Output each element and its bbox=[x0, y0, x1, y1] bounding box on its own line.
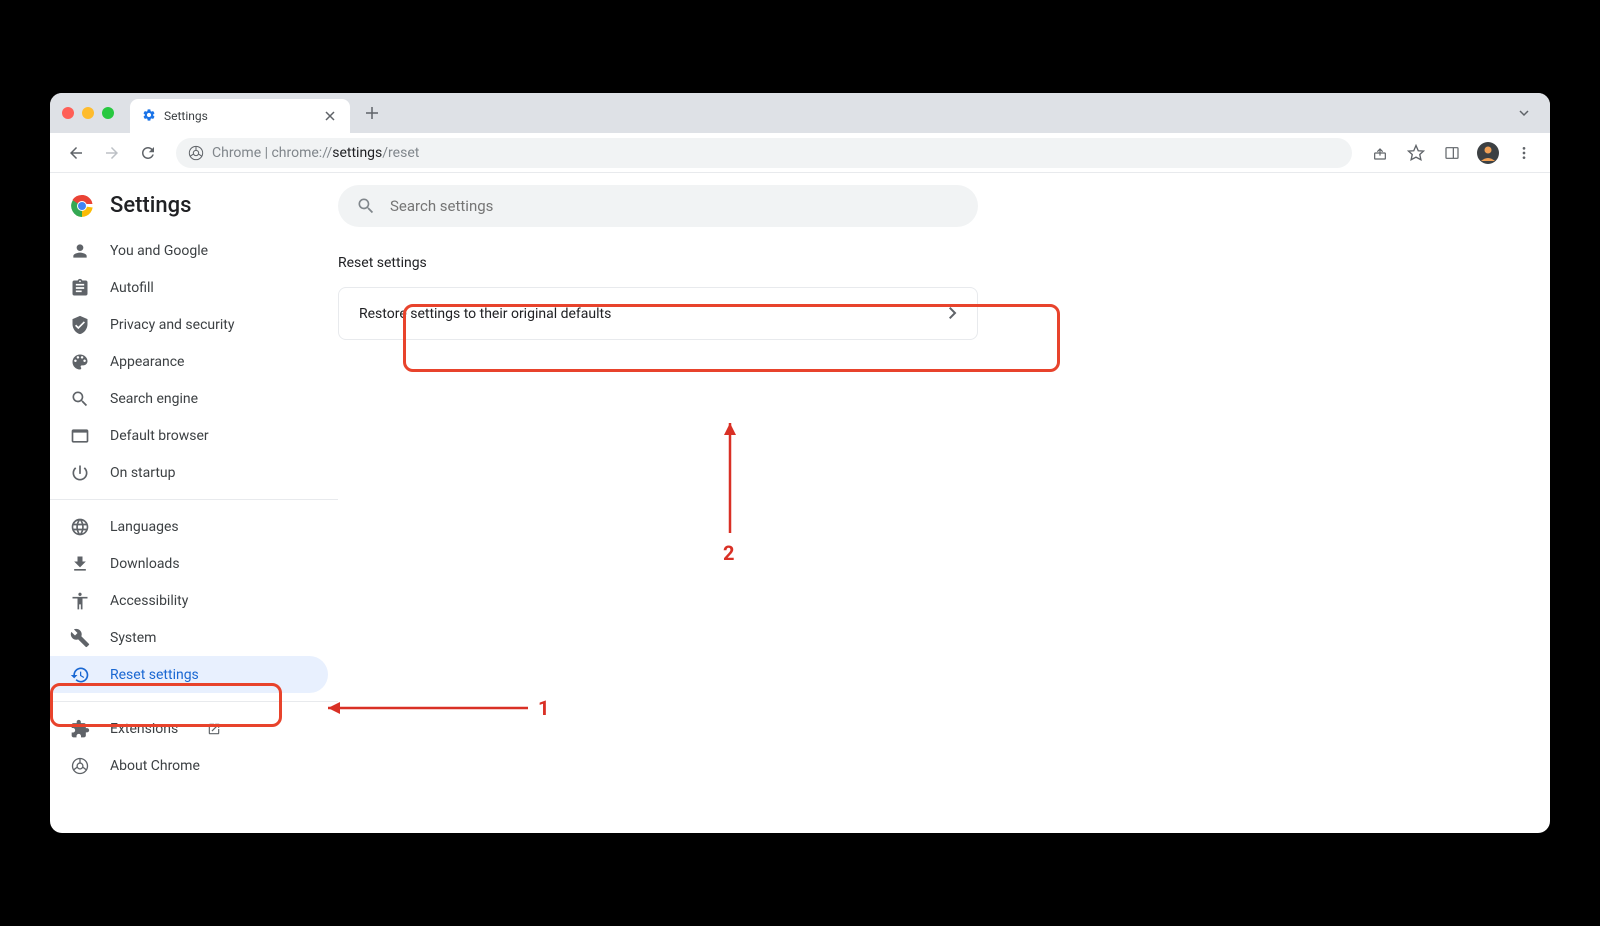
window-controls bbox=[62, 107, 114, 119]
power-icon bbox=[70, 463, 90, 483]
shield-icon bbox=[70, 315, 90, 335]
back-button[interactable] bbox=[60, 137, 92, 169]
url-text: Chrome | chrome://settings/reset bbox=[212, 145, 419, 161]
tab-title: Settings bbox=[164, 109, 208, 123]
nav-label: About Chrome bbox=[110, 758, 200, 774]
profile-avatar[interactable] bbox=[1472, 137, 1504, 169]
nav-label: You and Google bbox=[110, 243, 208, 259]
nav-group-2: Languages Downloads Accessibility System… bbox=[50, 508, 338, 693]
page-content: Settings You and Google Autofill Privacy… bbox=[50, 173, 1550, 833]
nav-label: Reset settings bbox=[110, 667, 199, 683]
nav-privacy-security[interactable]: Privacy and security bbox=[50, 306, 328, 343]
search-icon bbox=[70, 389, 90, 409]
nav-languages[interactable]: Languages bbox=[50, 508, 328, 545]
nav-label: Search engine bbox=[110, 391, 198, 407]
tab-list-dropdown[interactable] bbox=[1510, 99, 1538, 127]
address-bar[interactable]: Chrome | chrome://settings/reset bbox=[176, 138, 1352, 168]
maximize-window-button[interactable] bbox=[102, 107, 114, 119]
side-panel-button[interactable] bbox=[1436, 137, 1468, 169]
assignment-icon bbox=[70, 278, 90, 298]
search-settings-input[interactable] bbox=[390, 197, 960, 215]
settings-sidebar: Settings You and Google Autofill Privacy… bbox=[50, 173, 338, 833]
page-title: Settings bbox=[110, 193, 191, 218]
browser-window: Settings Chrome | chrome://settings/rese… bbox=[50, 93, 1550, 833]
accessibility-icon bbox=[70, 591, 90, 611]
browser-tab[interactable]: Settings bbox=[130, 99, 350, 133]
nav-label: Downloads bbox=[110, 556, 180, 572]
chrome-logo-icon bbox=[70, 194, 94, 218]
forward-button[interactable] bbox=[96, 137, 128, 169]
settings-main: Reset settings Restore settings to their… bbox=[338, 173, 1550, 833]
nav-default-browser[interactable]: Default browser bbox=[50, 417, 328, 454]
nav-label: Extensions bbox=[110, 721, 178, 737]
nav-divider bbox=[50, 701, 338, 702]
extension-icon bbox=[70, 719, 90, 739]
nav-reset-settings[interactable]: Reset settings bbox=[50, 656, 328, 693]
chrome-outline-icon bbox=[70, 756, 90, 776]
nav-label: On startup bbox=[110, 465, 176, 481]
person-icon bbox=[70, 241, 90, 261]
nav-you-and-google[interactable]: You and Google bbox=[50, 232, 328, 269]
bookmark-button[interactable] bbox=[1400, 137, 1432, 169]
palette-icon bbox=[70, 352, 90, 372]
nav-search-engine[interactable]: Search engine bbox=[50, 380, 328, 417]
chrome-menu-button[interactable] bbox=[1508, 137, 1540, 169]
nav-label: Accessibility bbox=[110, 593, 188, 609]
reset-settings-card: Restore settings to their original defau… bbox=[338, 287, 978, 340]
section-title: Reset settings bbox=[338, 255, 978, 287]
nav-label: Default browser bbox=[110, 428, 209, 444]
nav-appearance[interactable]: Appearance bbox=[50, 343, 328, 380]
nav-label: Languages bbox=[110, 519, 179, 535]
page-header: Settings bbox=[50, 185, 338, 232]
nav-label: Privacy and security bbox=[110, 317, 234, 333]
tab-strip: Settings bbox=[50, 93, 1550, 133]
chrome-icon bbox=[188, 145, 204, 161]
search-settings-box[interactable] bbox=[338, 185, 978, 227]
navigation-toolbar: Chrome | chrome://settings/reset bbox=[50, 133, 1550, 173]
search-icon bbox=[356, 196, 376, 216]
nav-label: Autofill bbox=[110, 280, 154, 296]
nav-group-1: You and Google Autofill Privacy and secu… bbox=[50, 232, 338, 491]
nav-label: System bbox=[110, 630, 156, 646]
nav-extensions[interactable]: Extensions bbox=[50, 710, 328, 747]
nav-downloads[interactable]: Downloads bbox=[50, 545, 328, 582]
minimize-window-button[interactable] bbox=[82, 107, 94, 119]
browser-icon bbox=[70, 426, 90, 446]
nav-about-chrome[interactable]: About Chrome bbox=[50, 747, 328, 784]
nav-autofill[interactable]: Autofill bbox=[50, 269, 328, 306]
restore-defaults-label: Restore settings to their original defau… bbox=[359, 306, 611, 322]
restore-icon bbox=[70, 665, 90, 685]
share-button[interactable] bbox=[1364, 137, 1396, 169]
nav-system[interactable]: System bbox=[50, 619, 328, 656]
restore-defaults-row[interactable]: Restore settings to their original defau… bbox=[339, 288, 977, 339]
nav-divider bbox=[50, 499, 338, 500]
close-window-button[interactable] bbox=[62, 107, 74, 119]
globe-icon bbox=[70, 517, 90, 537]
nav-accessibility[interactable]: Accessibility bbox=[50, 582, 328, 619]
wrench-icon bbox=[70, 628, 90, 648]
chevron-right-icon bbox=[949, 304, 957, 323]
reload-button[interactable] bbox=[132, 137, 164, 169]
settings-gear-icon bbox=[142, 108, 156, 125]
new-tab-button[interactable] bbox=[358, 99, 386, 127]
external-link-icon bbox=[206, 721, 222, 737]
nav-label: Appearance bbox=[110, 354, 184, 370]
download-icon bbox=[70, 554, 90, 574]
nav-on-startup[interactable]: On startup bbox=[50, 454, 328, 491]
close-tab-button[interactable] bbox=[322, 108, 338, 124]
nav-group-3: Extensions About Chrome bbox=[50, 710, 338, 784]
